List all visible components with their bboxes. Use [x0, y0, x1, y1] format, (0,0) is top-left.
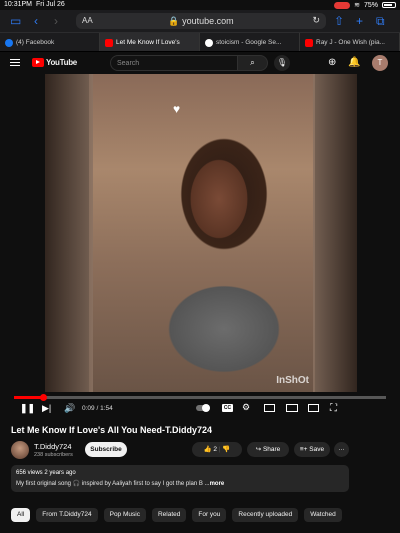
- views-and-date: 656 views 2 years ago: [16, 470, 76, 476]
- new-tab-icon[interactable]: +: [356, 14, 363, 28]
- video-frame: [89, 74, 315, 392]
- browser-toolbar: ▭ ‹ › AA 🔒 youtube.com ↻ ⇧ + ⧉: [0, 10, 400, 32]
- tab-label: stoicism - Google Se...: [216, 39, 282, 46]
- like-dislike-group: 👍 2 | 👎: [192, 442, 242, 457]
- chip-pop-music[interactable]: Pop Music: [103, 508, 146, 522]
- chip-recently-uploaded[interactable]: Recently uploaded: [232, 508, 299, 522]
- next-icon[interactable]: ▶|: [42, 403, 51, 414]
- progress-bar[interactable]: [14, 394, 386, 401]
- chip-from-channel[interactable]: From T.Diddy724: [36, 508, 98, 522]
- video-title: Let Me Know If Love's All You Need-T.Did…: [11, 425, 213, 435]
- subscribe-button[interactable]: Subscribe: [85, 442, 127, 457]
- reload-icon[interactable]: ↻: [312, 15, 320, 26]
- description-more-link[interactable]: more: [210, 481, 225, 487]
- inshot-watermark: InShOt: [276, 375, 309, 386]
- wifi-icon: ≋: [354, 2, 360, 9]
- status-time: 10:31PM: [4, 1, 33, 8]
- tabs-overview-icon[interactable]: ⧉: [376, 14, 385, 28]
- description-text: My first original song 🎧 inspired by Aal…: [16, 480, 224, 487]
- player-controls: ❚❚ ▶| 🔊 0:09 / 1:54 CC ⚙ ⛶: [14, 400, 386, 416]
- tab-ray-j[interactable]: Ray J - One Wish (pia...: [300, 33, 400, 51]
- forward-icon[interactable]: ›: [54, 14, 58, 28]
- heart-icon: ♥: [173, 102, 181, 116]
- tab-youtube-current[interactable]: Let Me Know If Love's: [100, 33, 200, 51]
- related-filter-chips: All From T.Diddy724 Pop Music Related Fo…: [11, 508, 342, 522]
- url-text: 🔒 youtube.com: [168, 16, 234, 26]
- more-actions-button[interactable]: ···: [334, 442, 349, 457]
- subscriber-count: 238 subscribers: [34, 452, 73, 458]
- channel-avatar[interactable]: [11, 441, 29, 459]
- video-blur-right: [313, 74, 357, 392]
- share-arrow-icon: ↪: [255, 446, 262, 453]
- youtube-play-icon: [32, 58, 44, 67]
- channel-name[interactable]: T.Diddy724: [34, 442, 72, 451]
- search-button[interactable]: ⌕: [238, 55, 268, 71]
- chip-for-you[interactable]: For you: [192, 508, 227, 522]
- youtube-favicon-icon: [305, 39, 313, 47]
- youtube-header: YouTube Search ⌕ 🎙 ⊕ 🔔 T: [0, 52, 400, 74]
- progress-fill: [14, 396, 44, 399]
- thumbs-up-icon[interactable]: 👍: [204, 446, 212, 453]
- battery-icon: [382, 2, 396, 8]
- menu-icon[interactable]: [10, 59, 20, 66]
- google-icon: [205, 39, 213, 47]
- voice-search-button[interactable]: 🎙: [274, 55, 290, 71]
- facebook-icon: [5, 39, 13, 47]
- battery-percent: 75%: [363, 1, 378, 9]
- save-label: Save: [309, 446, 325, 453]
- back-icon[interactable]: ‹: [34, 14, 38, 28]
- url-label: youtube.com: [182, 16, 234, 26]
- fullscreen-icon[interactable]: ⛶: [330, 403, 337, 414]
- notifications-bell-icon[interactable]: 🔔: [348, 57, 360, 68]
- create-icon[interactable]: ⊕: [328, 57, 336, 68]
- chip-watched[interactable]: Watched: [304, 508, 342, 522]
- address-bar[interactable]: AA 🔒 youtube.com ↻: [76, 13, 326, 29]
- miniplayer-icon[interactable]: [264, 404, 275, 412]
- captions-button[interactable]: CC: [222, 404, 233, 412]
- divider: |: [218, 446, 221, 453]
- description-box[interactable]: 656 views 2 years ago My first original …: [11, 465, 349, 492]
- share-label: Share: [262, 446, 281, 453]
- save-plus-icon: ≡+: [299, 446, 308, 453]
- autoplay-toggle[interactable]: [196, 404, 210, 412]
- share-icon[interactable]: ⇧: [334, 14, 344, 28]
- volume-icon[interactable]: 🔊: [64, 403, 75, 414]
- cast-icon[interactable]: [308, 404, 319, 412]
- description-body: My first original song 🎧 inspired by Aal…: [16, 481, 210, 487]
- theater-mode-icon[interactable]: [286, 404, 298, 412]
- search-icon: ⌕: [250, 58, 255, 67]
- like-count: 2: [213, 446, 218, 453]
- youtube-logo[interactable]: YouTube: [32, 58, 77, 67]
- status-bar: 10:31PM Fri Jul 26 ≋ 75%: [0, 0, 400, 10]
- status-date: Fri Jul 26: [36, 1, 65, 8]
- tab-label: (4) Facebook: [16, 39, 55, 46]
- search-input[interactable]: Search: [110, 55, 238, 71]
- video-blur-left: [45, 74, 93, 392]
- status-right: ≋ 75%: [334, 1, 396, 9]
- thumbs-down-icon[interactable]: 👎: [222, 446, 230, 453]
- time-display: 0:09 / 1:54: [82, 405, 113, 412]
- browser-tabs: (4) Facebook Let Me Know If Love's stoic…: [0, 32, 400, 52]
- microphone-icon: 🎙: [276, 58, 288, 67]
- share-button[interactable]: ↪ Share: [247, 442, 289, 457]
- chip-all[interactable]: All: [11, 508, 31, 522]
- tab-facebook[interactable]: (4) Facebook: [0, 33, 100, 51]
- tab-google[interactable]: stoicism - Google Se...: [200, 33, 300, 51]
- settings-gear-icon[interactable]: ⚙: [242, 402, 250, 413]
- logo-text: YouTube: [46, 58, 77, 67]
- video-player[interactable]: ♥ InShOt: [45, 74, 357, 392]
- tab-label: Let Me Know If Love's: [116, 39, 180, 46]
- recording-icon: [334, 1, 351, 9]
- sidebar-icon[interactable]: ▭: [10, 14, 21, 28]
- account-avatar[interactable]: T: [372, 55, 388, 71]
- tab-label: Ray J - One Wish (pia...: [316, 39, 385, 46]
- save-button[interactable]: ≡+ Save: [294, 442, 330, 457]
- pause-icon[interactable]: ❚❚: [20, 403, 35, 414]
- chip-related[interactable]: Related: [151, 508, 187, 522]
- youtube-favicon-icon: [105, 39, 113, 47]
